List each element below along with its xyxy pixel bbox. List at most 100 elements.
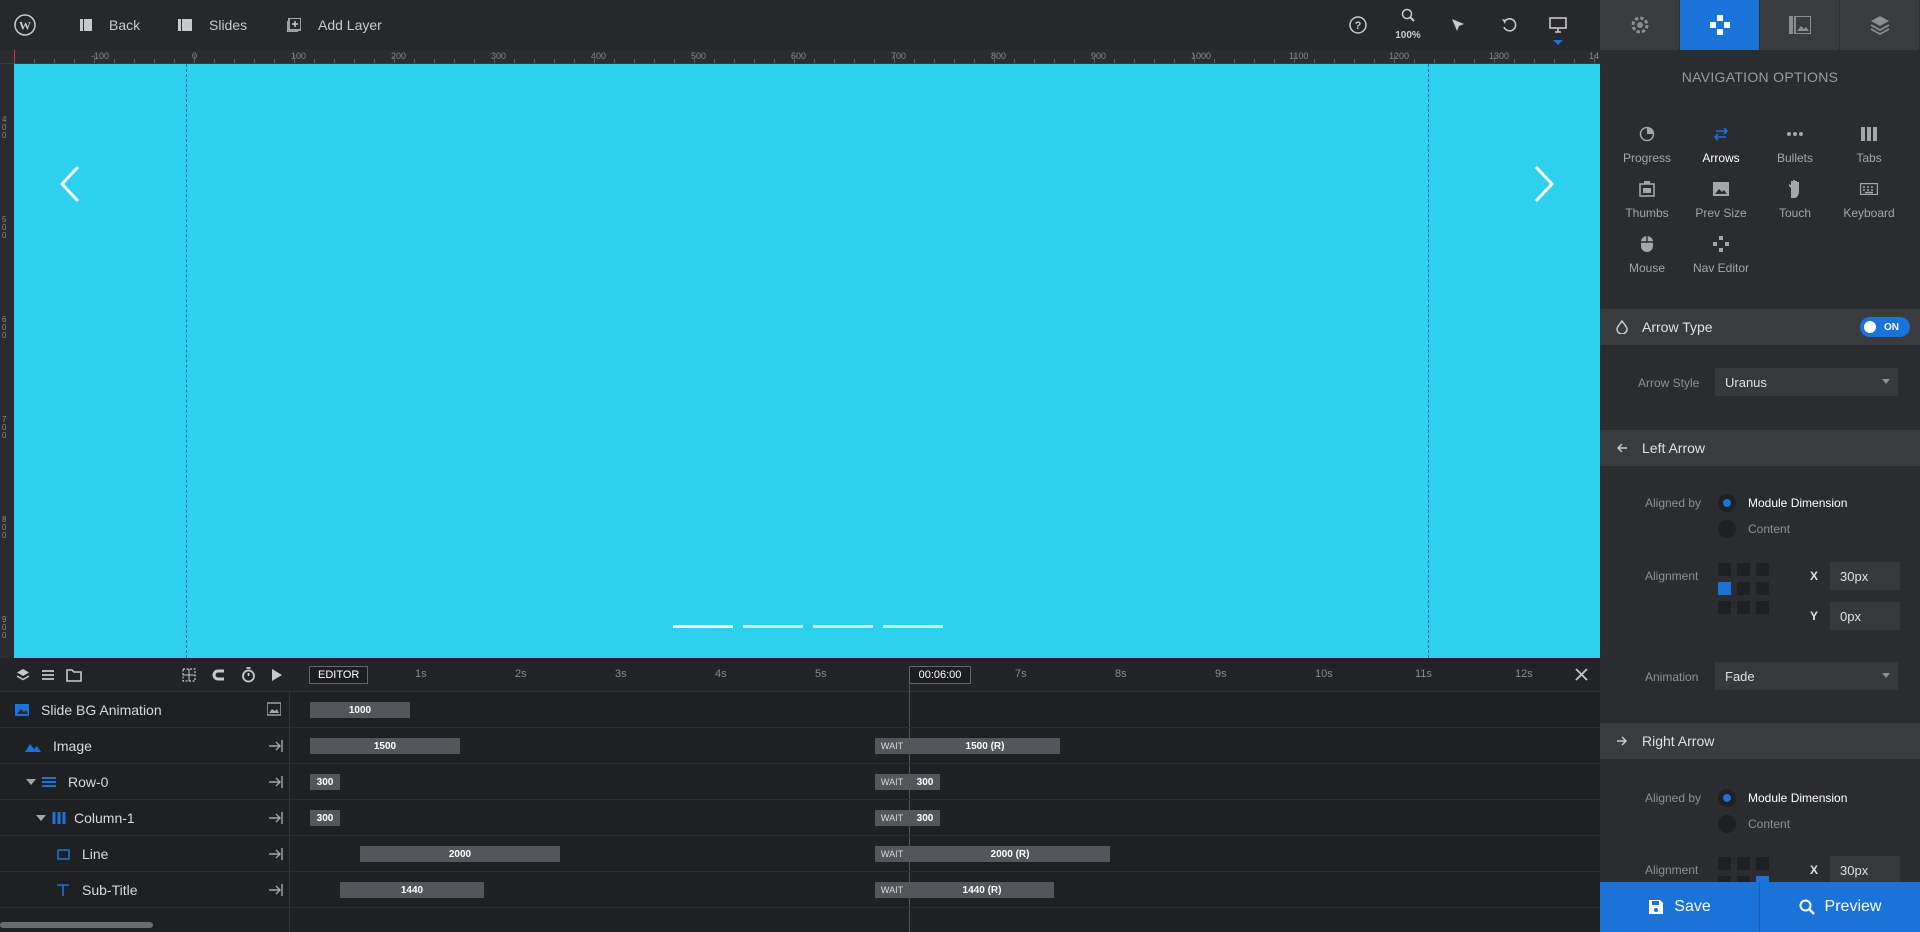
zoom-icon[interactable] xyxy=(1398,0,1418,30)
slider-bullet[interactable] xyxy=(673,625,733,628)
layer-item[interactable]: Row-0 xyxy=(26,764,108,800)
nav-tabs[interactable]: Tabs xyxy=(1832,123,1906,173)
align-cell[interactable] xyxy=(1756,563,1769,576)
radio-content[interactable] xyxy=(1718,520,1736,538)
chevron-left-icon xyxy=(59,165,80,203)
left-arrow-section[interactable]: Left Arrow xyxy=(1600,430,1920,466)
slider-bullet[interactable] xyxy=(743,625,803,628)
animation-bar-out[interactable]: 300 xyxy=(910,774,940,790)
arrow-to-end-icon[interactable] xyxy=(269,775,283,793)
tab-layers[interactable] xyxy=(1840,0,1920,50)
ruler-tick xyxy=(994,55,995,63)
x-offset-label: X xyxy=(1810,569,1819,583)
radio-module-dimension[interactable] xyxy=(1718,494,1736,512)
layer-item[interactable]: Sub-Title xyxy=(57,872,138,908)
y-offset-input[interactable]: 0px xyxy=(1830,602,1900,630)
slide-canvas[interactable] xyxy=(14,64,1600,658)
wait-marker[interactable]: WAIT xyxy=(875,810,909,826)
slider-bullet[interactable] xyxy=(813,625,873,628)
align-cell[interactable] xyxy=(1737,857,1750,870)
wordpress-logo-icon[interactable]: W xyxy=(12,0,38,50)
animation-bar-out[interactable]: 1500 (R) xyxy=(910,738,1060,754)
zoom-level[interactable]: 100% xyxy=(1393,30,1423,41)
wait-marker[interactable]: WAIT xyxy=(875,738,909,754)
nav-thumbs[interactable]: Thumbs xyxy=(1610,178,1684,228)
slider-prev-arrow[interactable] xyxy=(58,164,82,209)
align-cell[interactable] xyxy=(1718,582,1731,595)
arrow-to-end-icon[interactable] xyxy=(269,739,283,757)
nav-label: Tabs xyxy=(1856,151,1882,165)
right-arrow-section[interactable]: Right Arrow xyxy=(1600,723,1920,759)
nav-mouse[interactable]: Mouse xyxy=(1610,233,1684,283)
x-offset-input[interactable]: 30px xyxy=(1830,856,1900,882)
timeline-scrollbar[interactable] xyxy=(0,922,153,928)
ruler-tick xyxy=(214,59,215,63)
animation-bar-in[interactable]: 1500 xyxy=(310,738,460,754)
animation-bar-out[interactable]: 300 xyxy=(910,810,940,826)
magnet-icon[interactable] xyxy=(212,668,226,687)
folder-icon[interactable] xyxy=(66,668,82,687)
animation-bar-out[interactable]: 1440 (R) xyxy=(910,882,1054,898)
tab-navigation[interactable] xyxy=(1680,0,1760,50)
arrow-to-end-icon[interactable] xyxy=(269,811,283,829)
pointer-icon[interactable] xyxy=(1447,0,1469,50)
align-cell[interactable] xyxy=(1737,582,1750,595)
preview-button[interactable]: Preview xyxy=(1760,882,1920,932)
arrow-to-end-icon[interactable] xyxy=(269,883,283,901)
animation-bar-in[interactable]: 2000 xyxy=(360,846,560,862)
align-cell[interactable] xyxy=(1756,582,1769,595)
align-cell[interactable] xyxy=(1718,857,1731,870)
align-cell[interactable] xyxy=(1737,601,1750,614)
editor-mode-label[interactable]: EDITOR xyxy=(309,666,369,684)
animation-select[interactable]: Fade xyxy=(1715,662,1898,690)
x-offset-input[interactable]: 30px xyxy=(1830,562,1900,590)
radio-content[interactable] xyxy=(1718,815,1736,833)
align-cell[interactable] xyxy=(1737,563,1750,576)
layer-item[interactable]: Image xyxy=(25,728,92,764)
nav-bullets[interactable]: Bullets xyxy=(1758,123,1832,173)
tab-slides[interactable] xyxy=(1760,0,1840,50)
align-cell[interactable] xyxy=(1718,563,1731,576)
layer-item[interactable]: Line xyxy=(57,836,108,872)
grid-select-icon[interactable] xyxy=(182,668,196,687)
nav-keyboard[interactable]: Keyboard xyxy=(1832,178,1906,228)
slider-bullet[interactable] xyxy=(883,625,943,628)
close-timeline-icon[interactable] xyxy=(1574,667,1589,687)
stopwatch-icon[interactable] xyxy=(241,667,256,688)
layer-item[interactable]: Column-1 xyxy=(36,800,135,836)
wait-marker[interactable]: WAIT xyxy=(875,882,909,898)
add-layer-button[interactable]: Add Layer xyxy=(287,0,382,50)
wait-marker[interactable]: WAIT xyxy=(875,846,909,862)
radio-module-dimension[interactable] xyxy=(1718,789,1736,807)
slide-bg-icon[interactable] xyxy=(266,702,282,721)
layers-view-icon[interactable] xyxy=(16,668,30,687)
align-cell[interactable] xyxy=(1756,601,1769,614)
layer-item[interactable]: Slide BG Animation xyxy=(15,692,162,728)
animation-bar-in[interactable]: 300 xyxy=(310,810,340,826)
nav-progress[interactable]: Progress xyxy=(1610,123,1684,173)
align-cell[interactable] xyxy=(1756,857,1769,870)
slides-button[interactable]: Slides xyxy=(178,0,247,50)
save-button[interactable]: Save xyxy=(1600,882,1760,932)
arrow-type-toggle[interactable]: ON xyxy=(1860,317,1910,337)
undo-icon[interactable] xyxy=(1498,0,1520,50)
animation-bar-in[interactable]: 1440 xyxy=(340,882,484,898)
wait-marker[interactable]: WAIT xyxy=(875,774,909,790)
nav-prev-size[interactable]: Prev Size xyxy=(1684,178,1758,228)
playhead-time[interactable]: 00:06:00 xyxy=(909,666,971,684)
slider-next-arrow[interactable] xyxy=(1532,164,1556,209)
play-icon[interactable] xyxy=(271,668,283,687)
help-icon[interactable]: ? xyxy=(1347,0,1369,50)
animation-bar-in[interactable]: 1000 xyxy=(310,702,410,718)
arrow-to-end-icon[interactable] xyxy=(269,847,283,865)
tab-settings[interactable] xyxy=(1600,0,1680,50)
align-cell[interactable] xyxy=(1718,601,1731,614)
list-view-icon[interactable] xyxy=(41,668,55,687)
nav-arrows[interactable]: Arrows xyxy=(1684,123,1758,173)
nav-touch[interactable]: Touch xyxy=(1758,178,1832,228)
back-button[interactable]: Back xyxy=(80,0,140,50)
animation-bar-out[interactable]: 2000 (R) xyxy=(910,846,1110,862)
arrow-style-select[interactable]: Uranus xyxy=(1715,368,1898,396)
nav-editor[interactable]: Nav Editor xyxy=(1684,233,1758,283)
animation-bar-in[interactable]: 300 xyxy=(310,774,340,790)
